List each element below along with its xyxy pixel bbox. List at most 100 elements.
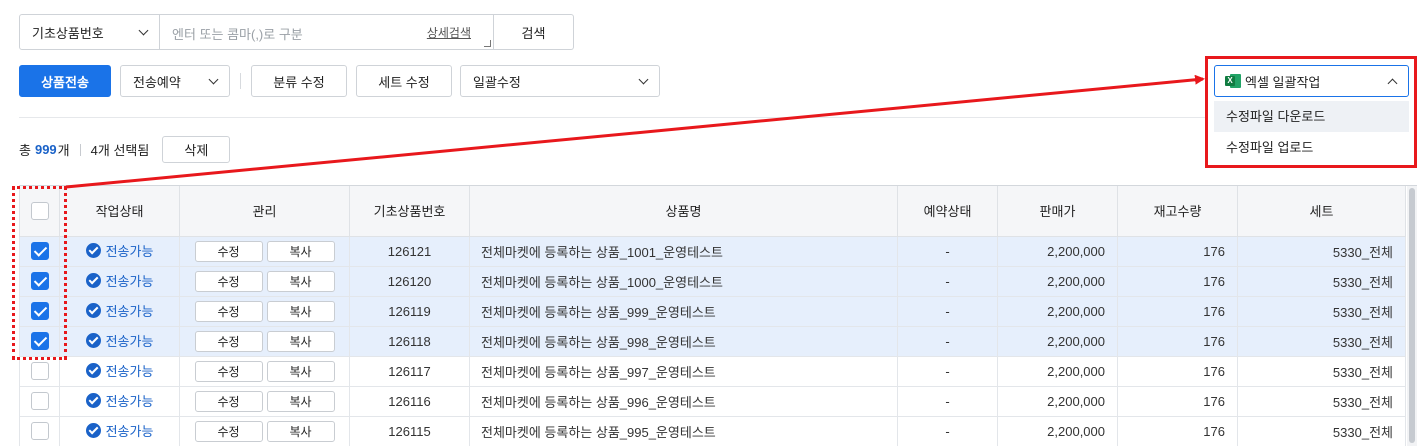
copy-button[interactable]: 복사: [266, 270, 335, 292]
search-type-select[interactable]: 기초상품번호: [19, 14, 160, 50]
chevron-down-icon: [208, 74, 219, 84]
resize-handle-icon[interactable]: [484, 40, 491, 47]
product-name-cell: 전체마켓에 등록하는 상품_998_운영테스트: [469, 325, 898, 357]
status-cell: 전송가능: [59, 265, 180, 297]
edit-button[interactable]: 수정: [194, 420, 263, 442]
row-checkbox[interactable]: [30, 362, 49, 380]
stock-cell: 176: [1117, 385, 1238, 417]
edit-category-button[interactable]: 분류 수정: [251, 65, 347, 97]
row-select-cell: [19, 385, 60, 417]
reserve-status-cell: -: [897, 235, 998, 267]
row-select-cell: [19, 415, 60, 446]
header-price[interactable]: 판매가: [997, 186, 1118, 237]
manage-cell: 수정 복사: [179, 385, 350, 417]
check-circle-icon: [85, 393, 101, 408]
row-select-cell: [19, 355, 60, 387]
copy-button[interactable]: 복사: [266, 300, 335, 322]
search-button[interactable]: 검색: [494, 14, 574, 50]
detail-search-link[interactable]: 상세검색: [427, 24, 471, 41]
summary-divider: [79, 143, 81, 156]
chevron-down-icon: [638, 74, 649, 84]
edit-button[interactable]: 수정: [194, 240, 263, 262]
copy-button[interactable]: 복사: [266, 240, 335, 262]
table-row[interactable]: 전송가능 수정 복사 126120 전체마켓에 등록하는 상품_1000_운영테스트 -2…: [19, 265, 1406, 297]
copy-button[interactable]: 복사: [266, 390, 335, 412]
price-cell: 2,200,000: [997, 235, 1118, 267]
stock-cell: 176: [1117, 325, 1238, 357]
header-stock[interactable]: 재고수량: [1117, 186, 1238, 237]
total-count: 999: [34, 142, 57, 157]
reserve-status-cell: -: [897, 385, 998, 417]
edit-button[interactable]: 수정: [194, 360, 263, 382]
table-scrollbar[interactable]: [1407, 186, 1417, 446]
row-checkbox[interactable]: [30, 392, 49, 410]
edit-button[interactable]: 수정: [194, 270, 263, 292]
header-product-name[interactable]: 상품명: [469, 186, 898, 237]
menu-item-upload-edit-file[interactable]: 수정파일 업로드: [1214, 132, 1409, 163]
copy-button[interactable]: 복사: [266, 360, 335, 382]
table-row[interactable]: 전송가능 수정 복사 126118 전체마켓에 등록하는 상품_998_운영테스트 -2,…: [19, 325, 1406, 357]
price-cell: 2,200,000: [997, 265, 1118, 297]
base-product-id-cell: 126116: [349, 385, 470, 417]
reserve-status-cell: -: [897, 265, 998, 297]
row-checkbox[interactable]: [30, 422, 49, 440]
price-cell: 2,200,000: [997, 295, 1118, 327]
excel-icon: X: [1225, 73, 1241, 89]
edit-button[interactable]: 수정: [194, 300, 263, 322]
edit-button[interactable]: 수정: [194, 330, 263, 352]
set-cell: 5330_전체: [1237, 235, 1406, 267]
status-text: 전송가능: [105, 274, 154, 289]
bulk-edit-value: 일괄수정: [473, 74, 521, 90]
reserve-send-select[interactable]: 전송예약: [120, 65, 230, 97]
status-text: 전송가능: [105, 334, 154, 349]
result-summary: 총 999 개 4개 선택됨 삭제: [19, 136, 231, 163]
header-manage[interactable]: 관리: [179, 186, 350, 237]
table-row[interactable]: 전송가능 수정 복사 126121 전체마켓에 등록하는 상품_1001_운영테스트 -2…: [19, 235, 1406, 267]
table-row[interactable]: 전송가능 수정 복사 126115 전체마켓에 등록하는 상품_995_운영테스트 -2,…: [19, 415, 1406, 446]
header-base-product-id[interactable]: 기초상품번호: [349, 186, 470, 237]
manage-cell: 수정 복사: [179, 325, 350, 357]
status-badge: 전송가능: [85, 361, 154, 380]
header-reserve-status[interactable]: 예약상태: [897, 186, 998, 237]
status-badge: 전송가능: [85, 421, 153, 440]
header-set[interactable]: 세트: [1237, 186, 1406, 237]
check-circle-icon: [85, 333, 101, 348]
edit-set-button[interactable]: 세트 수정: [356, 65, 452, 97]
check-circle-icon: [85, 363, 101, 378]
product-name-cell: 전체마켓에 등록하는 상품_997_운영테스트: [469, 355, 898, 387]
status-text: 전송가능: [105, 364, 154, 379]
table-header-row: 작업상태 관리 기초상품번호 상품명 예약상태 판매가 재고수량 세트: [19, 186, 1406, 237]
set-cell: 5330_전체: [1237, 325, 1406, 357]
set-cell: 5330_전체: [1237, 415, 1406, 446]
excel-bulk-select[interactable]: X 엑셀 일괄작업: [1214, 65, 1409, 97]
manage-cell: 수정 복사: [179, 235, 350, 267]
manage-cell: 수정 복사: [179, 355, 350, 387]
scrollbar-thumb[interactable]: [1409, 188, 1415, 443]
table-row[interactable]: 전송가능 수정 복사 126116 전체마켓에 등록하는 상품_996_운영테스트 -2,…: [19, 385, 1406, 417]
stock-cell: 176: [1117, 295, 1238, 327]
checkbox-highlight-box: [12, 186, 67, 360]
copy-button[interactable]: 복사: [266, 330, 335, 352]
edit-button[interactable]: 수정: [194, 390, 263, 412]
copy-button[interactable]: 복사: [266, 420, 335, 442]
bulk-edit-select[interactable]: 일괄수정: [460, 65, 660, 97]
send-products-button[interactable]: 상품전송: [19, 65, 111, 97]
status-cell: 전송가능: [59, 235, 180, 267]
selected-count: 4개 선택됨: [90, 143, 150, 158]
product-name-cell: 전체마켓에 등록하는 상품_1000_운영테스트: [469, 265, 898, 297]
toolbar-divider: [240, 73, 241, 89]
base-product-id-cell: 126121: [349, 235, 470, 267]
table-row[interactable]: 전송가능 수정 복사 126119 전체마켓에 등록하는 상품_999_운영테스트 -2,…: [19, 295, 1406, 327]
manage-cell: 수정 복사: [179, 415, 350, 446]
set-cell: 5330_전체: [1237, 265, 1406, 297]
menu-item-download-edit-file[interactable]: 수정파일 다운로드: [1214, 101, 1409, 132]
search-row: 기초상품번호 상세검색 검색: [19, 14, 574, 50]
header-status[interactable]: 작업상태: [59, 186, 180, 237]
excel-bulk-label: 엑셀 일괄작업: [1245, 74, 1321, 90]
status-text: 전송가능: [105, 244, 154, 259]
base-product-id-cell: 126119: [349, 295, 470, 327]
base-product-id-cell: 126120: [349, 265, 470, 297]
price-cell: 2,200,000: [997, 325, 1118, 357]
delete-button[interactable]: 삭제: [162, 136, 231, 163]
table-row[interactable]: 전송가능 수정 복사 126117 전체마켓에 등록하는 상품_997_운영테스트 -2,…: [19, 355, 1406, 387]
